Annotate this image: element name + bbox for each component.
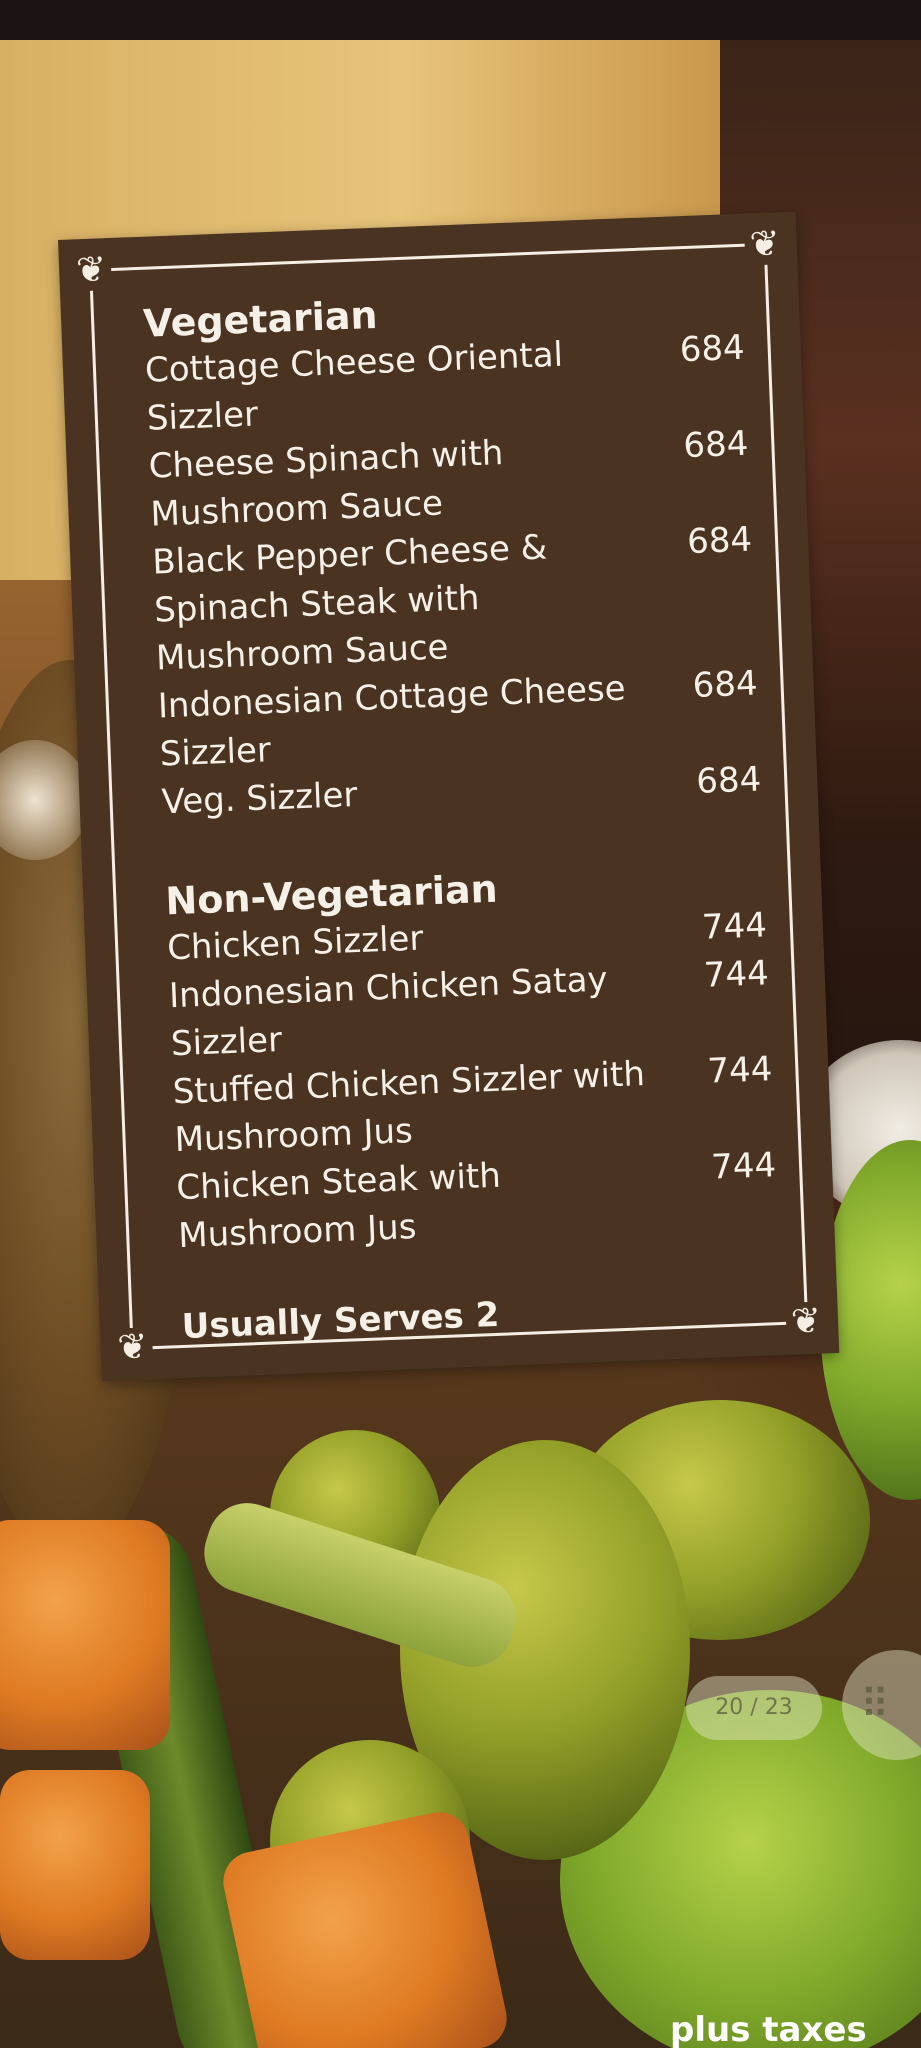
item-price: 684 [691,663,759,706]
corner-ornament-icon: ❦ [743,223,786,266]
serves-note: Usually Serves 2 [181,1294,500,1348]
grid-icon: ⠿ [860,1682,890,1728]
item-name: Black Pepper Cheese & Spinach Steak with… [151,527,548,679]
item-price: 684 [679,327,746,371]
page-indicator: 20 / 23 [686,1676,822,1740]
item-price: 744 [703,953,770,996]
item-price: 744 [706,1049,774,1092]
corner-ornament-icon: ❦ [111,1326,154,1369]
item-price: 684 [695,759,762,802]
menu-content: Vegetarian Cottage Cheese Oriental Sizzl… [142,278,782,1350]
carrot [217,1806,513,2048]
corner-ornament-icon: ❦ [70,249,112,292]
item-name: Chicken Steak with Mushroom Jus [175,1155,502,1257]
carrot [0,1520,170,1750]
item-price: 684 [682,423,750,467]
menu-card: ❦ ❦ ❦ ❦ Vegetarian Cottage Cheese Orient… [58,211,840,1382]
corner-ornament-icon: ❦ [785,1301,827,1343]
carrot [0,1770,150,1960]
item-price: 744 [710,1145,777,1188]
status-bar [0,0,921,40]
menu-item: Black Pepper Cheese & Spinach Steak with… [152,516,757,683]
item-price: 684 [686,519,753,563]
footer-note: plus taxes [670,2010,867,2048]
item-price: 744 [701,905,768,948]
